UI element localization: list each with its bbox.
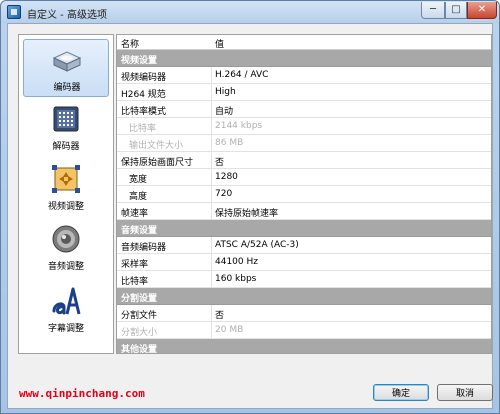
property-value[interactable]: 保持原始帧速率 xyxy=(215,206,278,219)
section-title: 分割设置 xyxy=(121,294,158,304)
sidebar-item-label: 解码器 xyxy=(52,142,80,152)
column-divider xyxy=(211,254,212,271)
sidebar-item-label: 编码器 xyxy=(53,83,81,93)
close-button[interactable]: ✕ xyxy=(467,2,497,19)
sidebar-item-encoder[interactable]: 编码器 xyxy=(23,39,109,97)
column-divider xyxy=(211,118,212,135)
property-grid: 名称 值 视频设置视频编码器 H.264 / AVC H264 规范 High 比特率模… xyxy=(116,34,492,354)
app-icon xyxy=(7,5,21,19)
minimize-icon: ─ xyxy=(429,4,437,15)
subtitle-adjust-icon xyxy=(52,287,81,315)
property-value[interactable]: ATSC A/52A (AC-3) xyxy=(215,240,299,250)
column-divider xyxy=(211,169,212,186)
property-value[interactable]: 1280 xyxy=(215,172,238,182)
sidebar-item-label: 字幕调整 xyxy=(47,324,84,334)
property-value[interactable]: H.264 / AVC xyxy=(215,70,268,80)
cancel-button[interactable]: 取消 xyxy=(437,384,493,401)
grid-header: 名称 值 xyxy=(117,35,491,50)
encoder-icon xyxy=(52,51,82,72)
close-icon: ✕ xyxy=(477,4,487,15)
dialog-client: 编码器 解码器 视频调整 音频调整 字幕调整 名称 值 视频设置 视频编码器 H… xyxy=(7,23,493,409)
sidebar-item-label: 音频调整 xyxy=(47,262,84,272)
column-header-name: 名称 xyxy=(121,40,140,50)
property-value[interactable]: High xyxy=(215,87,236,97)
minimize-button[interactable]: ─ xyxy=(421,2,445,19)
section-title: 视频设置 xyxy=(121,56,158,66)
property-row[interactable]: 比特率模式 自动 xyxy=(117,101,491,118)
column-divider xyxy=(211,305,212,322)
property-name: 音频编码器 xyxy=(121,243,167,253)
property-row[interactable]: 保持原始画面尺寸 否 xyxy=(117,152,491,169)
column-header-value: 值 xyxy=(215,40,225,50)
property-row[interactable]: 比特率 160 kbps xyxy=(117,271,491,288)
property-name: 保持原始画面尺寸 xyxy=(121,158,194,168)
property-row[interactable]: 宽度 1280 xyxy=(117,169,491,186)
section-title: 其他设置 xyxy=(121,345,158,354)
watermark-text: www.qinpinchang.com xyxy=(19,387,145,400)
property-row[interactable]: 视频编码器 H.264 / AVC xyxy=(117,67,491,84)
sidebar-item-label: 视频调整 xyxy=(47,202,84,212)
sidebar-item-decoder[interactable]: 解码器 xyxy=(23,99,109,157)
property-row[interactable]: 音频编码器 ATSC A/52A (AC-3) xyxy=(117,237,491,254)
column-divider xyxy=(211,237,212,254)
property-name: 高度 xyxy=(129,192,148,202)
window-title: 自定义 - 高级选项 xyxy=(27,10,107,21)
property-value[interactable]: 否 xyxy=(215,155,224,168)
section-title: 音频设置 xyxy=(121,226,158,236)
dialog-window: 自定义 - 高级选项 ─ □ ✕ 编码器 解码器 视频调整 音频调整 字幕调整 … xyxy=(0,0,500,414)
property-row[interactable]: H264 规范 High xyxy=(117,84,491,101)
property-row[interactable]: 采样率 44100 Hz xyxy=(117,254,491,271)
column-divider xyxy=(211,84,212,101)
property-name: 分割文件 xyxy=(121,311,158,321)
property-value[interactable]: 自动 xyxy=(215,104,233,117)
property-name: 输出文件大小 xyxy=(129,141,184,151)
property-row[interactable]: 分割大小 20 MB xyxy=(117,322,491,339)
column-divider xyxy=(211,322,212,339)
property-name: 比特率模式 xyxy=(121,107,167,117)
property-name: 比特率 xyxy=(121,277,149,287)
maximize-icon: □ xyxy=(451,4,461,15)
decoder-icon xyxy=(53,106,79,132)
section-header-row[interactable]: 视频设置 xyxy=(117,50,491,67)
sidebar-item-video-adjust[interactable]: 视频调整 xyxy=(23,159,109,217)
column-divider xyxy=(211,186,212,203)
column-divider xyxy=(211,271,212,288)
property-name: H264 规范 xyxy=(121,90,166,100)
property-value: 86 MB xyxy=(215,138,244,148)
column-divider xyxy=(211,203,212,220)
property-name: 分割大小 xyxy=(121,328,158,338)
property-row[interactable]: 比特率 2144 kbps xyxy=(117,118,491,135)
property-name: 比特率 xyxy=(129,124,157,134)
property-row[interactable]: 高度 720 xyxy=(117,186,491,203)
property-value[interactable]: 否 xyxy=(215,308,224,321)
video-adjust-icon xyxy=(52,165,80,193)
section-header-row[interactable]: 其他设置 xyxy=(117,339,491,354)
property-row[interactable]: 输出文件大小 86 MB xyxy=(117,135,491,152)
maximize-button[interactable]: □ xyxy=(445,2,467,19)
property-row[interactable]: 分割文件 否 xyxy=(117,305,491,322)
column-divider xyxy=(211,152,212,169)
property-value[interactable]: 44100 Hz xyxy=(215,257,258,267)
property-name: 采样率 xyxy=(121,260,149,270)
property-name: 视频编码器 xyxy=(121,73,167,83)
column-divider xyxy=(211,67,212,84)
property-value: 20 MB xyxy=(215,325,244,335)
audio-adjust-icon xyxy=(52,225,80,253)
title-bar[interactable]: 自定义 - 高级选项 ─ □ ✕ xyxy=(1,1,499,23)
property-name: 帧速率 xyxy=(121,209,149,219)
property-row[interactable]: 帧速率 保持原始帧速率 xyxy=(117,203,491,220)
column-divider xyxy=(211,135,212,152)
sidebar-item-subtitle-adjust[interactable]: 字幕调整 xyxy=(23,281,109,339)
property-value[interactable]: 160 kbps xyxy=(215,274,256,284)
column-divider xyxy=(211,101,212,118)
sidebar-item-audio-adjust[interactable]: 音频调整 xyxy=(23,219,109,277)
property-name: 宽度 xyxy=(129,175,148,185)
property-value: 2144 kbps xyxy=(215,121,263,131)
category-sidebar: 编码器 解码器 视频调整 音频调整 字幕调整 xyxy=(18,34,114,354)
ok-button[interactable]: 确定 xyxy=(373,384,429,401)
section-header-row[interactable]: 音频设置 xyxy=(117,220,491,237)
section-header-row[interactable]: 分割设置 xyxy=(117,288,491,305)
property-value[interactable]: 720 xyxy=(215,189,232,199)
